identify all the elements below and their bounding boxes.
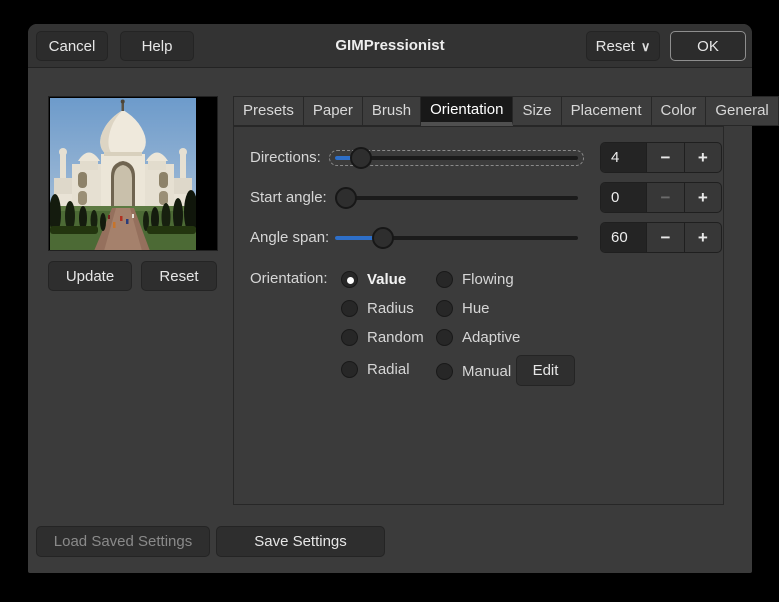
radio-icon[interactable] (436, 328, 453, 346)
radio-label: Manual (462, 362, 512, 380)
radio-label: Random (367, 328, 424, 346)
settings-notebook: Presets Paper Brush Orientation Size Pla… (233, 96, 779, 505)
radio-hue[interactable]: Hue (436, 299, 490, 317)
plus-icon[interactable]: + (683, 223, 721, 252)
preview-reset-button[interactable]: Reset (141, 261, 217, 291)
gimpressionist-dialog: Cancel Help GIMPressionist Reset ∨ OK Up… (28, 24, 779, 573)
radio-radial[interactable]: Radial (341, 360, 410, 378)
edit-button[interactable]: Edit (516, 355, 575, 386)
radio-label: Flowing (462, 270, 514, 288)
radio-flowing[interactable]: Flowing (436, 270, 514, 288)
radio-manual[interactable]: Manual (436, 362, 511, 380)
radio-label: Radial (367, 360, 410, 378)
angle-span-slider[interactable] (335, 227, 578, 249)
tab-presets[interactable]: Presets (233, 96, 304, 126)
minus-icon[interactable]: − (646, 223, 683, 252)
directions-label: Directions: (250, 149, 321, 166)
help-button[interactable]: Help (120, 31, 194, 61)
radio-random[interactable]: Random (341, 328, 424, 346)
slider-thumb[interactable] (350, 147, 372, 169)
screen-background: Cancel Help GIMPressionist Reset ∨ OK Up… (0, 0, 779, 602)
reset-dropdown-label: Reset (595, 37, 635, 55)
load-saved-settings-button[interactable]: Load Saved Settings (36, 526, 210, 557)
update-button[interactable]: Update (48, 261, 132, 291)
directions-value-entry[interactable]: 4 (601, 143, 647, 172)
start-angle-value-entry[interactable]: 0 (601, 183, 647, 212)
radio-adaptive[interactable]: Adaptive (436, 328, 520, 346)
radio-label: Adaptive (462, 328, 521, 346)
radio-icon[interactable] (436, 299, 453, 317)
reset-dropdown-button[interactable]: Reset ∨ (586, 31, 660, 61)
angle-span-label: Angle span: (250, 229, 330, 246)
tab-strip: Presets Paper Brush Orientation Size Pla… (233, 96, 779, 126)
angle-span-value-entry[interactable]: 60 (601, 223, 647, 252)
taj-mahal-illustration (50, 98, 196, 250)
tab-orientation[interactable]: Orientation (421, 96, 514, 126)
headerbar: Cancel Help GIMPressionist Reset ∨ OK (28, 24, 752, 68)
radio-label: Hue (462, 299, 490, 317)
tab-placement[interactable]: Placement (561, 96, 652, 126)
slider-thumb[interactable] (335, 187, 357, 209)
radio-label: Value (367, 270, 407, 288)
orientation-group-label: Orientation: (250, 270, 328, 287)
slider-track[interactable] (335, 196, 578, 200)
plus-icon[interactable]: + (683, 143, 721, 172)
radio-value[interactable]: Value (341, 270, 406, 288)
cancel-button[interactable]: Cancel (36, 31, 108, 61)
directions-slider[interactable] (329, 147, 584, 169)
radio-label: Radius (367, 299, 414, 317)
chevron-down-icon: ∨ (640, 38, 651, 54)
start-angle-slider[interactable] (335, 187, 578, 209)
minus-icon[interactable]: − (646, 143, 683, 172)
ok-button[interactable]: OK (670, 31, 746, 61)
tab-size[interactable]: Size (513, 96, 562, 126)
radio-icon[interactable] (436, 362, 453, 380)
save-settings-button[interactable]: Save Settings (216, 526, 385, 557)
tab-color[interactable]: Color (651, 96, 707, 126)
minus-icon[interactable]: − (646, 183, 683, 212)
slider-thumb[interactable] (372, 227, 394, 249)
radio-icon[interactable] (341, 270, 358, 288)
radio-icon[interactable] (341, 299, 358, 317)
preview-image (48, 96, 218, 251)
radio-icon[interactable] (436, 270, 453, 288)
radio-radius[interactable]: Radius (341, 299, 414, 317)
radio-icon[interactable] (341, 328, 358, 346)
directions-spinbutton: 4 − + (600, 142, 722, 173)
start-angle-label: Start angle: (250, 189, 327, 206)
tab-general[interactable]: General (706, 96, 779, 126)
start-angle-spinbutton: 0 − + (600, 182, 722, 213)
plus-icon[interactable]: + (683, 183, 721, 212)
angle-span-spinbutton: 60 − + (600, 222, 722, 253)
tab-brush[interactable]: Brush (362, 96, 422, 126)
radio-icon[interactable] (341, 360, 358, 378)
tab-paper[interactable]: Paper (303, 96, 363, 126)
